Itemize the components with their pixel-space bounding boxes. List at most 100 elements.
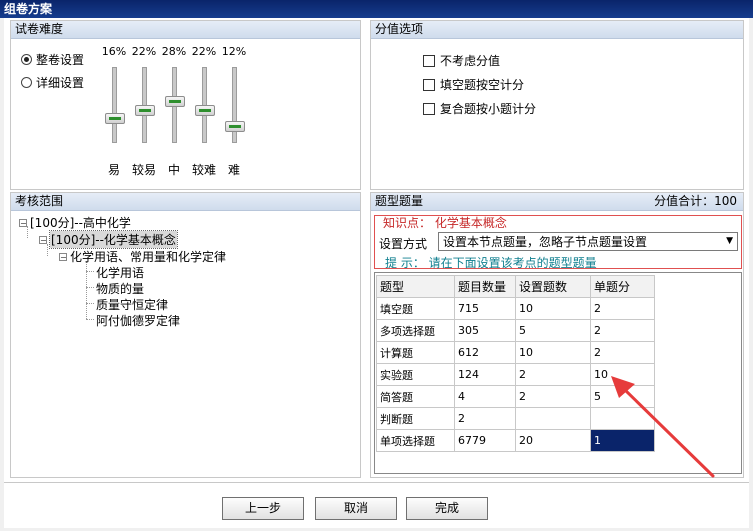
tree-node-leaf[interactable]: 阿付伽德罗定律 (96, 312, 180, 329)
set-count-cell[interactable]: 10 (515, 341, 591, 364)
column-header: 题型 (376, 275, 455, 298)
difficulty-group: 试卷难度 整卷设置 详细设置 16% 22% 28% 22% 12% 易 较易 … (10, 20, 361, 190)
knowledge-label: 知识点： (383, 216, 432, 230)
window-title: 组卷方案 (0, 0, 753, 18)
score-cell[interactable]: 2 (590, 319, 655, 342)
slider-thumb-fairly-hard[interactable] (195, 105, 215, 116)
dialog-body: 试卷难度 整卷设置 详细设置 16% 22% 28% 22% 12% 易 较易 … (4, 18, 749, 528)
tree-node-basic-concepts[interactable]: − [100分]--化学基本概念 (39, 230, 178, 249)
radio-label: 整卷设置 (36, 53, 85, 67)
slider-thumb-fairly-easy[interactable] (135, 105, 155, 116)
annotation-arrow-line (621, 386, 715, 478)
radio-whole-paper[interactable]: 整卷设置 (21, 51, 84, 68)
setting-mode-label: 设置方式 (379, 237, 428, 251)
checkbox-icon (423, 102, 435, 115)
tree-node-leaf[interactable]: 化学用语 (96, 264, 144, 281)
set-count-cell[interactable]: 20 (515, 429, 591, 452)
scope-header: 考核范围 (11, 193, 360, 211)
checkbox-label: 不考虑分值 (440, 54, 501, 68)
tree-node-label: [100分]--高中化学 (30, 216, 131, 230)
tree-node-leaf[interactable]: 物质的量 (96, 280, 144, 297)
type-cell: 简答题 (376, 385, 455, 408)
checkbox-icon (423, 78, 435, 91)
tree-node-root[interactable]: − [100分]--高中化学 (19, 214, 131, 231)
tree-node-chemical-terms[interactable]: − 化学用语、常用量和化学定律 (59, 248, 226, 265)
count-cell: 612 (454, 341, 516, 364)
slider-thumb-hard[interactable] (225, 121, 245, 132)
slider-thumb-medium[interactable] (165, 96, 185, 107)
percent-fairly-hard: 22% (191, 45, 217, 58)
hint-text: 请在下面设置该考点的题型题量 (428, 256, 597, 270)
question-types-header: 题型题量 分值合计：100 (371, 193, 743, 211)
knowledge-setting-panel: 知识点： 化学基本概念 设置方式 设置本节点题量，忽略子节点题量设置 ▼ 提 示… (374, 215, 742, 270)
count-cell: 124 (454, 363, 516, 386)
collapse-icon[interactable]: − (19, 218, 27, 227)
cancel-button[interactable]: 取消 (315, 497, 397, 520)
finish-button[interactable]: 完成 (406, 497, 488, 520)
checkbox-icon (423, 54, 435, 67)
radio-detailed[interactable]: 详细设置 (21, 74, 84, 91)
score-cell[interactable]: 2 (590, 297, 655, 320)
checkbox-label: 填空题按空计分 (440, 78, 525, 92)
column-header: 设置题数 (515, 275, 591, 298)
radio-unselected-icon (21, 77, 32, 88)
hint-label: 提 示： (385, 256, 425, 270)
tree-node-label: 物质的量 (96, 282, 145, 296)
level-label-medium: 中 (167, 163, 180, 177)
checkbox-label: 复合题按小题计分 (440, 102, 537, 116)
setting-mode-select[interactable]: 设置本节点题量，忽略子节点题量设置 ▼ (438, 232, 738, 251)
percent-easy: 16% (101, 45, 127, 58)
radio-label: 详细设置 (36, 76, 85, 90)
count-cell: 4 (454, 385, 516, 408)
tree-node-leaf[interactable]: 质量守恒定律 (96, 296, 168, 313)
checkbox-compound-scoring[interactable]: 复合题按小题计分 (423, 100, 536, 117)
tree-node-label: 阿付伽德罗定律 (96, 314, 181, 328)
level-label-easy: 易 (107, 163, 120, 177)
collapse-icon[interactable]: − (59, 252, 67, 261)
percent-medium: 28% (161, 45, 187, 58)
level-label-fairly-hard: 较难 (191, 163, 216, 177)
score-options-header: 分值选项 (371, 21, 743, 39)
percent-fairly-easy: 22% (131, 45, 157, 58)
set-count-cell[interactable] (515, 407, 591, 430)
checkbox-blank-scoring[interactable]: 填空题按空计分 (423, 76, 524, 93)
table-row: 填空题 715 10 2 (376, 297, 655, 320)
column-header: 题目数量 (454, 275, 516, 298)
question-types-title: 题型题量 (375, 194, 424, 208)
count-cell: 715 (454, 297, 516, 320)
percent-hard: 12% (221, 45, 247, 58)
column-header: 单题分 (590, 275, 655, 298)
type-cell: 计算题 (376, 341, 455, 364)
radio-selected-icon (21, 54, 32, 65)
count-cell: 6779 (454, 429, 516, 452)
setting-mode-value: 设置本节点题量，忽略子节点题量设置 (443, 235, 648, 249)
tree-node-label: 质量守恒定律 (96, 298, 169, 312)
dropdown-arrow-icon[interactable]: ▼ (726, 236, 733, 246)
type-cell: 填空题 (376, 297, 455, 320)
type-cell: 单项选择题 (376, 429, 455, 452)
table-row: 计算题 612 10 2 (376, 341, 655, 364)
checkbox-ignore-score[interactable]: 不考虑分值 (423, 52, 500, 69)
tree-node-label: 化学用语 (96, 266, 145, 280)
set-count-cell[interactable]: 2 (515, 385, 591, 408)
slider-thumb-easy[interactable] (105, 113, 125, 124)
slider-track-easy[interactable] (112, 67, 117, 143)
count-cell: 2 (454, 407, 516, 430)
level-label-fairly-easy: 较易 (131, 163, 156, 177)
type-cell: 实验题 (376, 363, 455, 386)
set-count-cell[interactable]: 2 (515, 363, 591, 386)
tree-node-label: 化学用语、常用量和化学定律 (70, 250, 227, 264)
total-score: 分值合计：100 (654, 194, 737, 208)
collapse-icon[interactable]: − (39, 235, 47, 244)
footer-separator (4, 482, 749, 483)
scope-group: 考核范围 − [100分]--高中化学 − [100分]--化学基本概念 − 化… (10, 192, 361, 478)
score-cell[interactable]: 2 (590, 341, 655, 364)
question-types-group: 题型题量 分值合计：100 知识点： 化学基本概念 设置方式 设置本节点题量，忽… (370, 192, 744, 478)
count-cell: 305 (454, 319, 516, 342)
set-count-cell[interactable]: 10 (515, 297, 591, 320)
set-count-cell[interactable]: 5 (515, 319, 591, 342)
difficulty-header: 试卷难度 (11, 21, 360, 39)
score-options-group: 分值选项 不考虑分值 填空题按空计分 复合题按小题计分 (370, 20, 744, 190)
prev-step-button[interactable]: 上一步 (222, 497, 304, 520)
type-cell: 判断题 (376, 407, 455, 430)
